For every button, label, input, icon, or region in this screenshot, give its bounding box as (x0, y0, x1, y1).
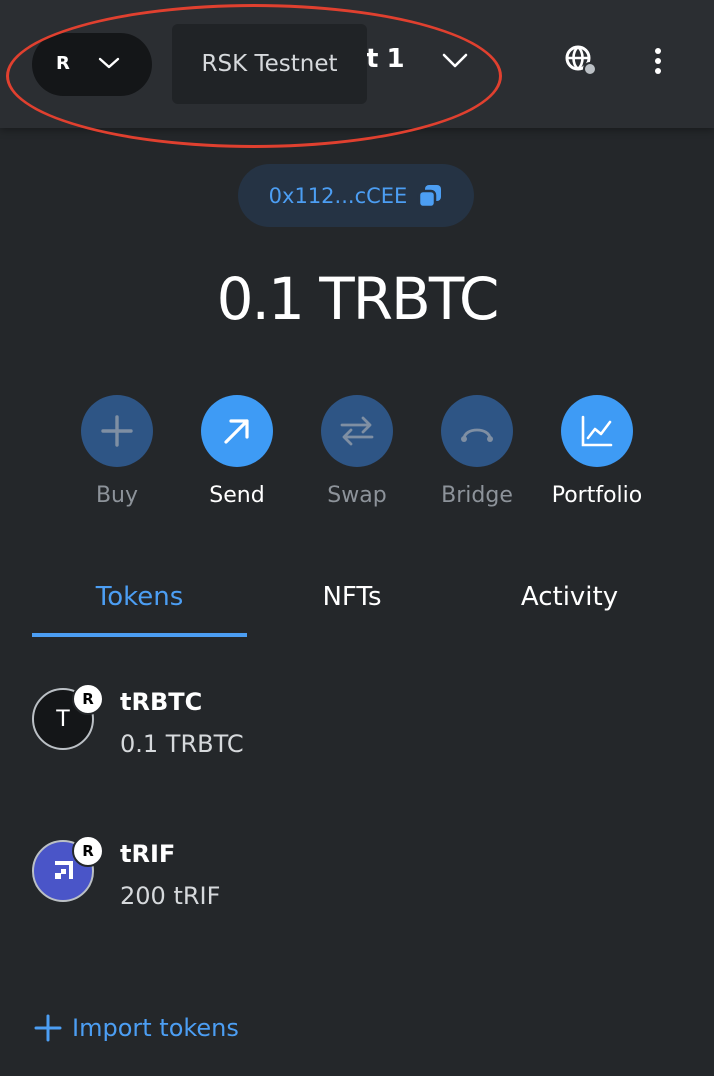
chart-icon (561, 395, 633, 467)
account-address: 0x112...cCEE (268, 183, 408, 208)
import-tokens-label: Import tokens (72, 1014, 239, 1042)
token-balance: 0.1 TRBTC (120, 730, 244, 758)
tab-nfts[interactable]: NFTs (247, 582, 457, 612)
network-badge: R (72, 835, 104, 867)
arrow-up-right-icon (201, 395, 273, 467)
buy-button[interactable]: Buy (57, 395, 177, 508)
send-label: Send (209, 483, 265, 508)
network-avatar: R (56, 53, 70, 74)
token-row-trbtc[interactable]: T R tRBTC 0.1 TRBTC (32, 683, 682, 788)
swap-label: Swap (327, 483, 387, 508)
token-avatar-letter: T (56, 706, 70, 732)
network-badge: R (72, 683, 104, 715)
account-chevron-down-icon[interactable] (441, 51, 469, 71)
portfolio-button[interactable]: Portfolio (537, 395, 657, 508)
token-name: tRIF (120, 840, 176, 868)
token-name: tRBTC (120, 688, 203, 716)
account-balance: 0.1 TRBTC (216, 265, 500, 333)
copy-icon (418, 184, 442, 208)
swap-button[interactable]: Swap (297, 395, 417, 508)
bridge-label: Bridge (441, 483, 513, 508)
send-button[interactable]: Send (177, 395, 297, 508)
active-tab-indicator (32, 633, 247, 637)
token-balance: 200 tRIF (120, 882, 221, 910)
tab-activity[interactable]: Activity (457, 582, 682, 612)
bridge-icon (441, 395, 513, 467)
tab-tokens[interactable]: Tokens (32, 582, 247, 612)
token-row-trif[interactable]: R tRIF 200 tRIF (32, 835, 682, 940)
address-copy-button[interactable]: 0x112...cCEE (238, 164, 474, 227)
portfolio-label: Portfolio (551, 483, 643, 508)
app-header: R unt 1 RSK Testnet (0, 0, 714, 128)
bridge-button[interactable]: Bridge (417, 395, 537, 508)
network-tooltip: RSK Testnet (172, 24, 367, 104)
network-selector[interactable]: R (32, 33, 152, 96)
swap-arrows-icon (321, 395, 393, 467)
buy-label: Buy (95, 483, 139, 508)
globe-icon[interactable] (564, 44, 598, 78)
plus-icon (34, 1014, 62, 1042)
plus-icon (81, 395, 153, 467)
kebab-menu-icon[interactable] (648, 44, 668, 84)
chevron-down-icon (98, 57, 120, 69)
import-tokens-link[interactable]: Import tokens (34, 1014, 239, 1042)
